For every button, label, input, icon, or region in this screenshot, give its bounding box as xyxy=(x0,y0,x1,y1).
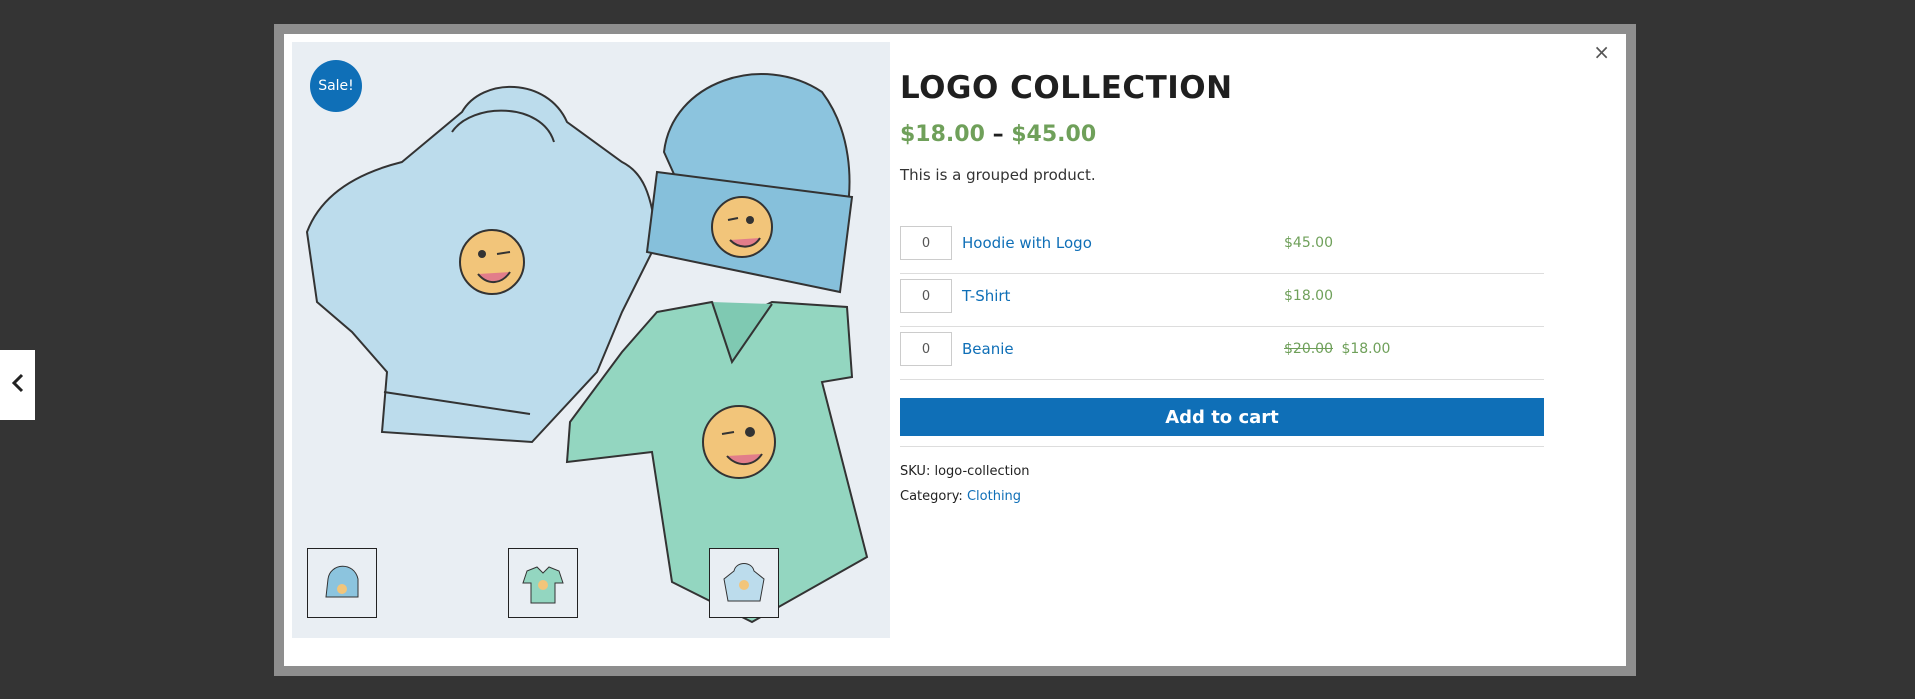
add-to-cart-button[interactable]: Add to cart xyxy=(900,398,1544,436)
price-low: $18.00 xyxy=(900,122,985,147)
grouped-product-row: 0 T-Shirt $18.00 xyxy=(900,274,1544,327)
product-title: LOGO COLLECTION xyxy=(900,70,1233,106)
quantity-input[interactable]: 0 xyxy=(900,279,952,313)
grouped-product-row: 0 Beanie $20.00 $18.00 xyxy=(900,327,1544,380)
price-separator: – xyxy=(992,122,1004,147)
quantity-input[interactable]: 0 xyxy=(900,226,952,260)
quick-view-modal: × Sale! LOGO COLLECTION $18.00 – $45.00 … xyxy=(284,34,1626,666)
product-link[interactable]: Hoodie with Logo xyxy=(962,234,1092,252)
category-line: Category: Clothing xyxy=(900,489,1021,504)
close-button[interactable]: × xyxy=(1593,40,1610,64)
product-price-current: $18.00 xyxy=(1284,288,1333,304)
beanie-illustration xyxy=(645,73,854,294)
product-link[interactable]: T-Shirt xyxy=(962,287,1010,305)
category-link[interactable]: Clothing xyxy=(967,489,1021,504)
product-gallery[interactable]: Sale! xyxy=(292,42,890,638)
product-price: $18.00 xyxy=(1284,288,1333,304)
sku-value: logo-collection xyxy=(934,464,1030,479)
sku-label: SKU: xyxy=(900,464,931,479)
sku-line: SKU: logo-collection xyxy=(900,464,1030,479)
thumbnail-hoodie[interactable] xyxy=(709,548,779,618)
chevron-left-icon xyxy=(11,373,25,397)
product-main-image xyxy=(305,73,869,624)
category-label: Category: xyxy=(900,489,963,504)
product-price-current: $18.00 xyxy=(1341,341,1391,357)
prev-product-button[interactable] xyxy=(0,350,35,420)
quick-view-modal-frame: × Sale! LOGO COLLECTION $18.00 – $45.00 … xyxy=(274,24,1636,676)
product-price-current: $45.00 xyxy=(1284,235,1333,251)
product-price: $20.00 $18.00 xyxy=(1284,341,1390,357)
price-high: $45.00 xyxy=(1011,122,1097,147)
product-price: $45.00 xyxy=(1284,235,1333,251)
product-link[interactable]: Beanie xyxy=(962,340,1014,358)
grouped-product-row: 0 Hoodie with Logo $45.00 xyxy=(900,221,1544,274)
product-price-old: $20.00 xyxy=(1284,341,1333,357)
product-description: This is a grouped product. xyxy=(900,166,1096,184)
price-range: $18.00 – $45.00 xyxy=(900,122,1096,147)
quantity-input[interactable]: 0 xyxy=(900,332,952,366)
grouped-products-table: 0 Hoodie with Logo $45.00 0 T-Shirt $18.… xyxy=(900,221,1544,380)
thumbnail-beanie[interactable] xyxy=(307,548,377,618)
sale-badge: Sale! xyxy=(310,60,362,112)
thumbnail-tshirt[interactable] xyxy=(508,548,578,618)
divider xyxy=(900,446,1544,447)
